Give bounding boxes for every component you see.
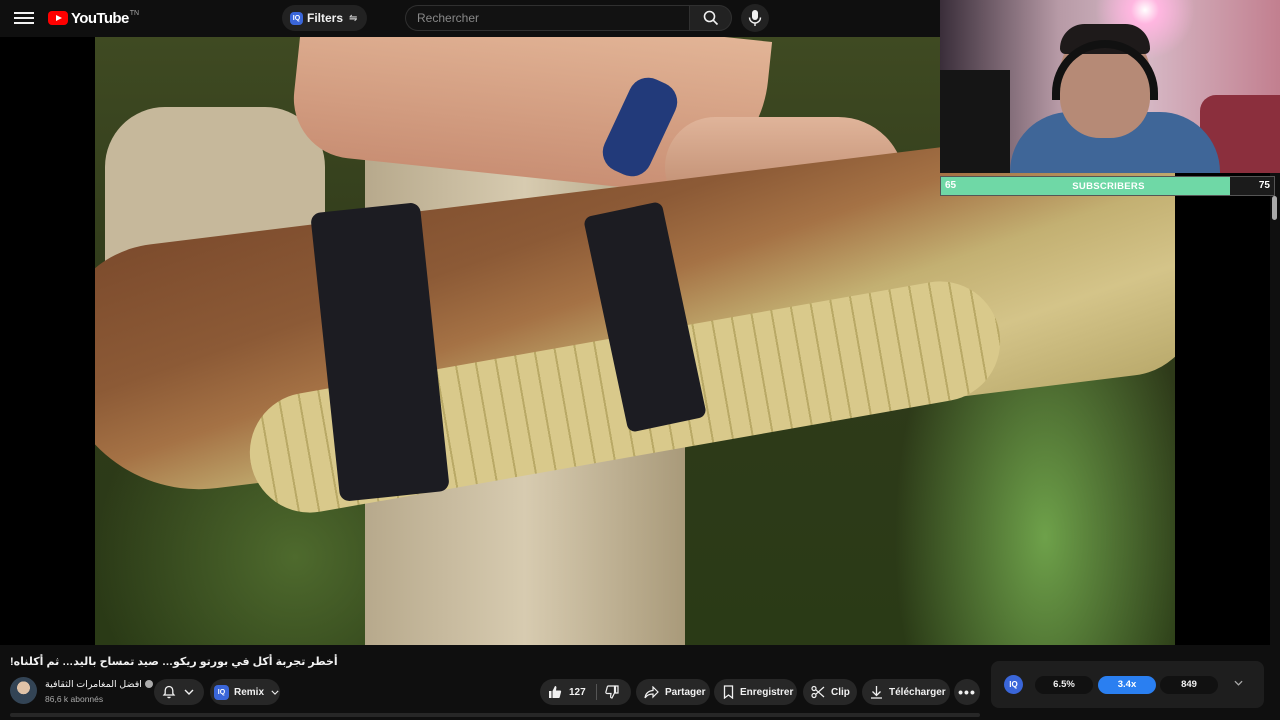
- divider: [595, 684, 597, 700]
- thumbs-up-icon[interactable]: [548, 685, 562, 699]
- share-icon: [644, 685, 659, 698]
- streamer-webcam: [940, 0, 1280, 173]
- scissors-icon: [811, 685, 825, 699]
- bookmark-icon: [723, 685, 734, 699]
- iq-stat-multiplier: 3.4x: [1098, 676, 1156, 694]
- youtube-play-icon: [48, 11, 68, 25]
- subscriber-goal-current: 65: [945, 180, 957, 191]
- subscriber-count: 86,6 k abonnés: [45, 694, 104, 704]
- more-actions-button[interactable]: •••: [954, 679, 980, 705]
- subscriber-goal-label: SUBSCRIBERS: [1072, 181, 1145, 192]
- save-button[interactable]: Enregistrer: [714, 679, 797, 705]
- subscriber-goal-bar: SUBSCRIBERS 65 75: [940, 176, 1275, 196]
- iq-badge: IQ: [290, 11, 303, 25]
- chair-shape: [940, 70, 1010, 173]
- remix-label: Remix: [234, 686, 265, 698]
- thumbs-down-icon[interactable]: [604, 685, 619, 699]
- logo-text: YouTube: [71, 9, 129, 27]
- notifications-button[interactable]: [154, 679, 204, 705]
- masthead: YouTube TN IQ Filters ⇋ Rechercher: [0, 0, 940, 37]
- bell-icon: [162, 685, 176, 699]
- iq-stats-panel: IQ 6.5% 3.4x 849: [991, 661, 1264, 708]
- remix-button[interactable]: IQ Remix: [210, 679, 280, 705]
- search-button[interactable]: [689, 5, 732, 31]
- save-label: Enregistrer: [740, 686, 794, 698]
- iq-badge: IQ: [214, 684, 229, 700]
- chevron-down-icon: [184, 689, 194, 695]
- filters-button[interactable]: IQ Filters ⇋: [282, 5, 368, 31]
- download-button[interactable]: Télécharger: [862, 679, 950, 705]
- like-dislike-group: 127: [540, 679, 631, 705]
- channel-name[interactable]: افضل المغامرات الثقافية: [45, 679, 153, 690]
- tune-icon: ⇋: [349, 12, 358, 24]
- logo-country-code: TN: [129, 9, 140, 17]
- video-title: أخطر تجربة أكل في بورتو ريكو… صيد تمساح …: [10, 656, 338, 668]
- page-scrollbar[interactable]: [1270, 196, 1280, 720]
- share-label: Partager: [665, 686, 706, 698]
- iq-logo[interactable]: IQ: [1004, 675, 1023, 694]
- like-count[interactable]: 127: [569, 687, 586, 698]
- iq-stat-percentage: 6.5%: [1035, 676, 1093, 694]
- download-label: Télécharger: [889, 686, 946, 698]
- youtube-logo[interactable]: YouTube TN: [48, 8, 139, 28]
- share-button[interactable]: Partager: [636, 679, 710, 705]
- chevron-down-icon: [271, 690, 279, 695]
- iq-stat-count: 849: [1160, 676, 1218, 694]
- search-input[interactable]: Rechercher: [405, 5, 689, 31]
- clip-button[interactable]: Clip: [803, 679, 857, 705]
- chevron-down-icon[interactable]: [1234, 680, 1243, 686]
- channel-name-text[interactable]: افضل المغامرات الثقافية: [45, 679, 142, 690]
- download-icon: [871, 686, 882, 699]
- clip-label: Clip: [831, 686, 850, 698]
- filters-label: Filters: [307, 11, 344, 25]
- voice-search-button[interactable]: [741, 4, 769, 32]
- verified-icon: [144, 680, 153, 688]
- menu-icon[interactable]: [14, 9, 34, 27]
- scrollbar-thumb[interactable]: [1272, 196, 1277, 220]
- description-divider: [10, 713, 980, 717]
- subscriber-goal-target: 75: [1258, 180, 1270, 191]
- channel-avatar[interactable]: [10, 677, 37, 704]
- microphone-icon: [748, 10, 762, 26]
- search-icon: [703, 10, 719, 26]
